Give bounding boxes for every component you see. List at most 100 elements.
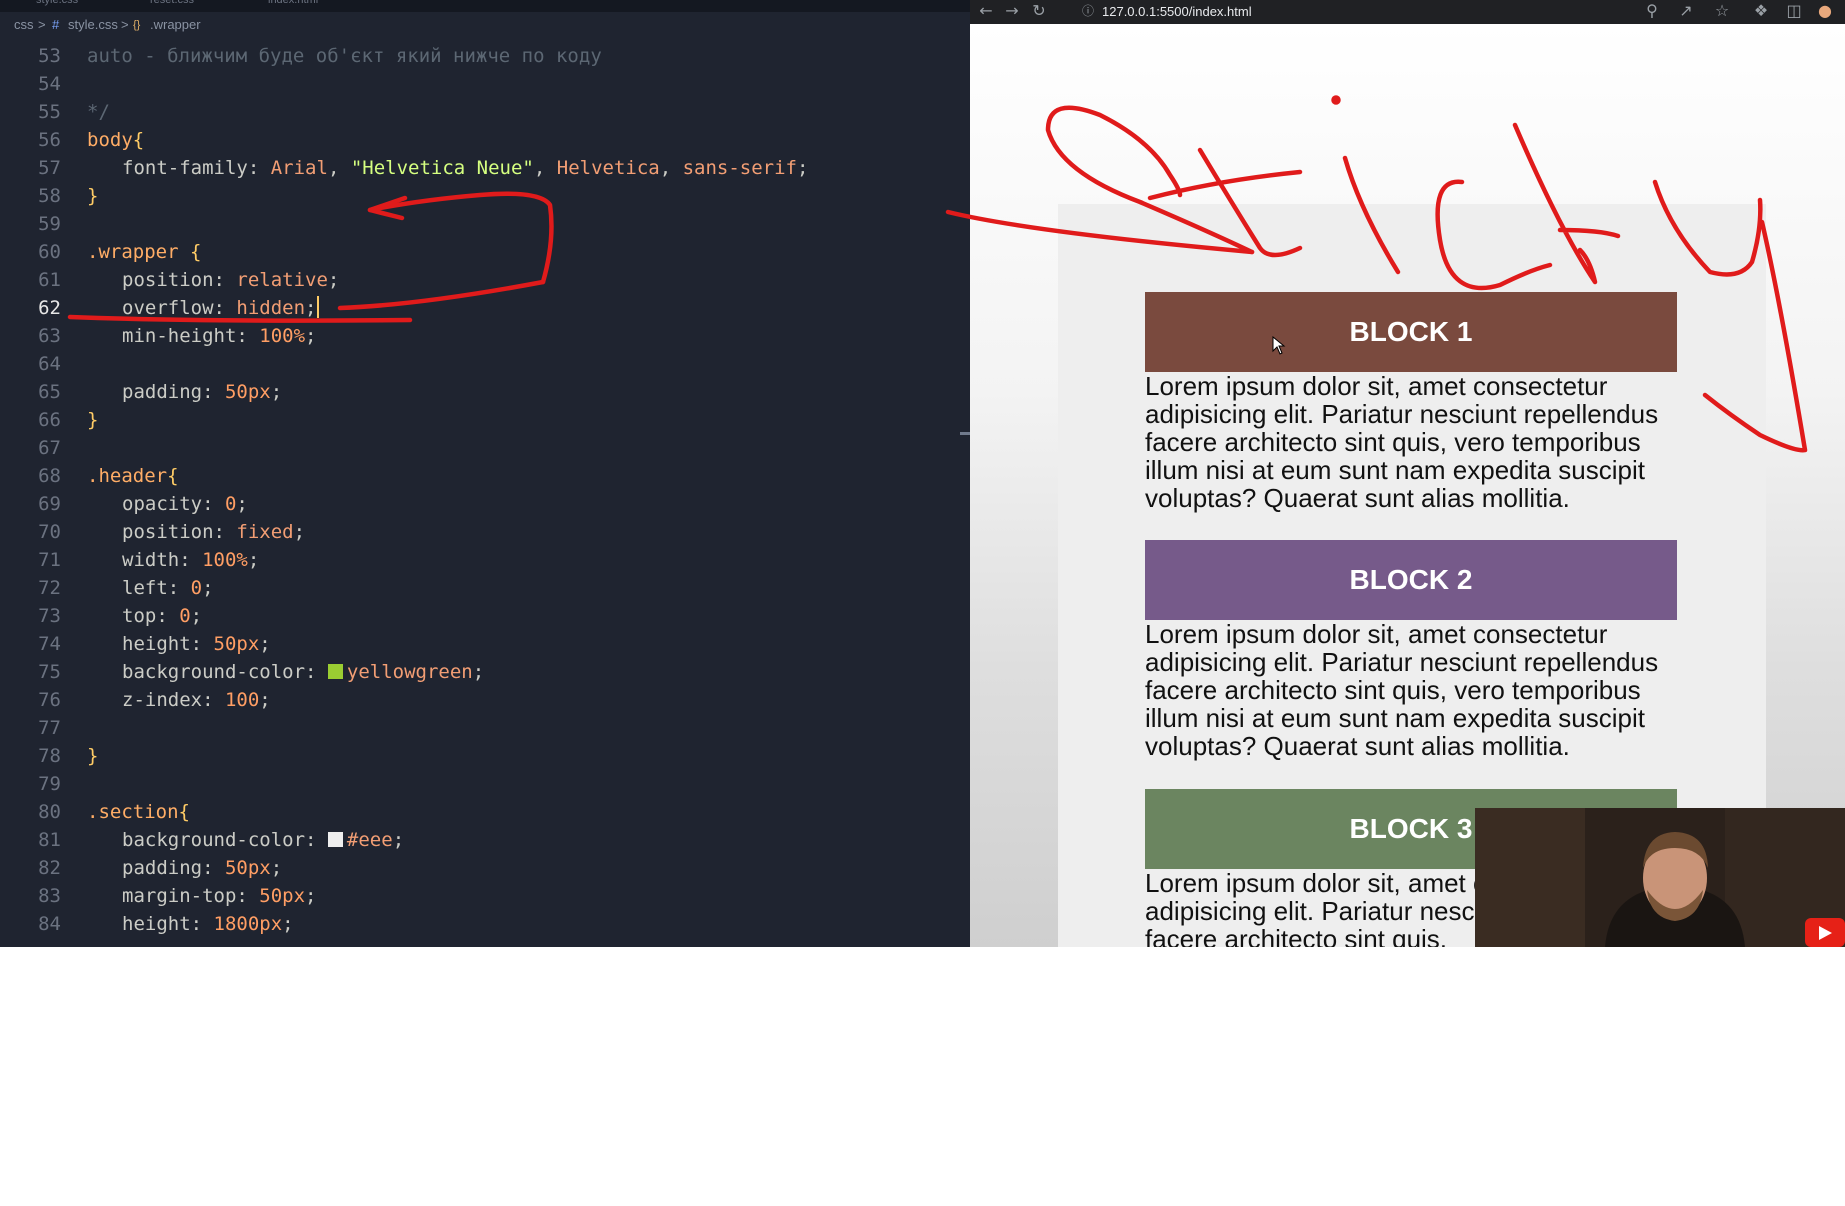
line-number: 73 (38, 605, 61, 627)
block-2-header: BLOCK 2 (1145, 540, 1677, 620)
line-number: 71 (38, 549, 61, 571)
block-1-text: Lorem ipsum dolor sit, amet consectetur … (1145, 371, 1659, 513)
zoom-icon[interactable]: ⚲ (1640, 0, 1664, 24)
browser-toolbar: ← → ↻ ⓘ 127.0.0.1:5500/index.html ⚲ ↗ ☆ … (970, 0, 1845, 24)
reload-icon[interactable]: ↻ (1027, 0, 1051, 24)
line-number: 79 (38, 773, 61, 795)
breadcrumb-symbol[interactable]: .wrapper (150, 17, 201, 32)
editor-tab-bar: style.css reset.css index.html (0, 0, 970, 12)
tab-index-html[interactable]: index.html (268, 0, 318, 12)
line-number: 62 (38, 297, 61, 319)
profile-icon[interactable]: ● (1813, 0, 1837, 24)
forward-icon[interactable]: → (1000, 0, 1024, 24)
breadcrumb-separator: > (38, 17, 46, 32)
code-text: min-height: 100%; (122, 325, 317, 347)
line-number: 68 (38, 465, 61, 487)
code-text: */ (87, 101, 110, 123)
browser-window: ← → ↻ ⓘ 127.0.0.1:5500/index.html ⚲ ↗ ☆ … (970, 0, 1845, 947)
sidepanel-icon[interactable]: ◫ (1782, 0, 1806, 24)
code-line: 69 opacity: 0; (0, 490, 962, 518)
scrollbar-thumb[interactable] (960, 432, 970, 435)
code-line: 55 */ (0, 98, 962, 126)
code-text: margin-top: 50px; (122, 885, 317, 907)
code-area[interactable]: 53 auto - ближчим буде об'єкт який нижче … (0, 42, 962, 938)
code-line: 56 body{ (0, 126, 962, 154)
line-number: 67 (38, 437, 61, 459)
code-line: 79 (0, 770, 962, 798)
color-swatch-eee[interactable] (327, 832, 343, 847)
line-number: 82 (38, 857, 61, 879)
line-number: 54 (38, 73, 61, 95)
tab-style-css[interactable]: style.css (36, 0, 78, 12)
block-1-header: BLOCK 1 (1145, 292, 1677, 372)
block-2-text: Lorem ipsum dolor sit, amet consectetur … (1145, 619, 1659, 761)
mouse-cursor-icon (1272, 336, 1286, 355)
code-line: 53 auto - ближчим буде об'єкт який нижче … (0, 42, 962, 70)
code-line: 61 position: relative; (0, 266, 962, 294)
code-line: 76 z-index: 100; (0, 686, 962, 714)
line-number: 75 (38, 661, 61, 683)
breadcrumb-file[interactable]: style.css (68, 17, 118, 32)
code-line: 67 (0, 434, 962, 462)
line-number: 77 (38, 717, 61, 739)
webcam-feed (1475, 808, 1845, 947)
address-bar[interactable]: ⓘ 127.0.0.1:5500/index.html (1078, 1, 1583, 22)
code-line: 73 top: 0; (0, 602, 962, 630)
code-text: .header{ (87, 465, 179, 487)
code-line: 81 background-color: #eee; (0, 826, 962, 854)
line-number: 66 (38, 409, 61, 431)
color-swatch-yellowgreen[interactable] (327, 664, 343, 679)
code-line: 78} (0, 742, 962, 770)
line-number: 80 (38, 801, 61, 823)
code-line: 70 position: fixed; (0, 518, 962, 546)
code-text: padding: 50px; (122, 381, 283, 403)
star-icon[interactable]: ☆ (1710, 0, 1734, 24)
code-text: position: relative; (122, 269, 340, 291)
youtube-play-icon[interactable] (1805, 918, 1845, 947)
code-line: 74 height: 50px; (0, 630, 962, 658)
extensions-icon[interactable]: ❖ (1749, 0, 1773, 24)
code-line: 57 font-family: Arial, "Helvetica Neue", … (0, 154, 962, 182)
code-line-active: 62 overflow: hidden; (0, 294, 962, 322)
code-line: 83 margin-top: 50px; (0, 882, 962, 910)
text-cursor (316, 296, 319, 318)
code-line: 63 min-height: 100%; (0, 322, 962, 350)
info-icon[interactable]: ⓘ (1078, 1, 1098, 22)
line-number: 56 (38, 129, 61, 151)
url-text[interactable]: 127.0.0.1:5500/index.html (1102, 1, 1252, 22)
line-number: 84 (38, 913, 61, 935)
code-line: 77 (0, 714, 962, 742)
breadcrumb: css > # style.css > {} .wrapper (0, 12, 970, 38)
tab-reset-css[interactable]: reset.css (150, 0, 194, 12)
code-line: 54 (0, 70, 962, 98)
code-text: body{ (87, 129, 145, 151)
code-text: height: 50px; (122, 633, 271, 655)
code-line: 60 .wrapper { (0, 238, 962, 266)
line-number: 57 (38, 157, 61, 179)
line-number: 83 (38, 885, 61, 907)
code-text: overflow: hidden; (122, 296, 319, 319)
code-text: font-family: Arial, "Helvetica Neue", He… (122, 157, 809, 179)
breadcrumb-folder[interactable]: css (14, 17, 34, 32)
breadcrumb-separator: > (121, 17, 129, 32)
line-number: 60 (38, 241, 61, 263)
back-icon[interactable]: ← (974, 0, 998, 24)
line-number: 64 (38, 353, 61, 375)
code-line: 68 .header{ (0, 462, 962, 490)
code-editor[interactable]: style.css reset.css index.html css > # s… (0, 0, 970, 947)
symbol-icon: {} (133, 19, 141, 31)
code-text: width: 100%; (122, 549, 260, 571)
line-number: 69 (38, 493, 61, 515)
code-text: position: fixed; (122, 521, 306, 543)
line-number: 55 (38, 101, 61, 123)
line-number: 65 (38, 381, 61, 403)
line-number: 74 (38, 633, 61, 655)
line-number: 72 (38, 577, 61, 599)
line-number: 59 (38, 213, 61, 235)
share-icon[interactable]: ↗ (1674, 0, 1698, 24)
code-line: 64 (0, 350, 962, 378)
css-file-icon: # (52, 17, 60, 32)
code-text: .section{ (87, 801, 190, 823)
code-text: opacity: 0; (122, 493, 248, 515)
line-number: 63 (38, 325, 61, 347)
